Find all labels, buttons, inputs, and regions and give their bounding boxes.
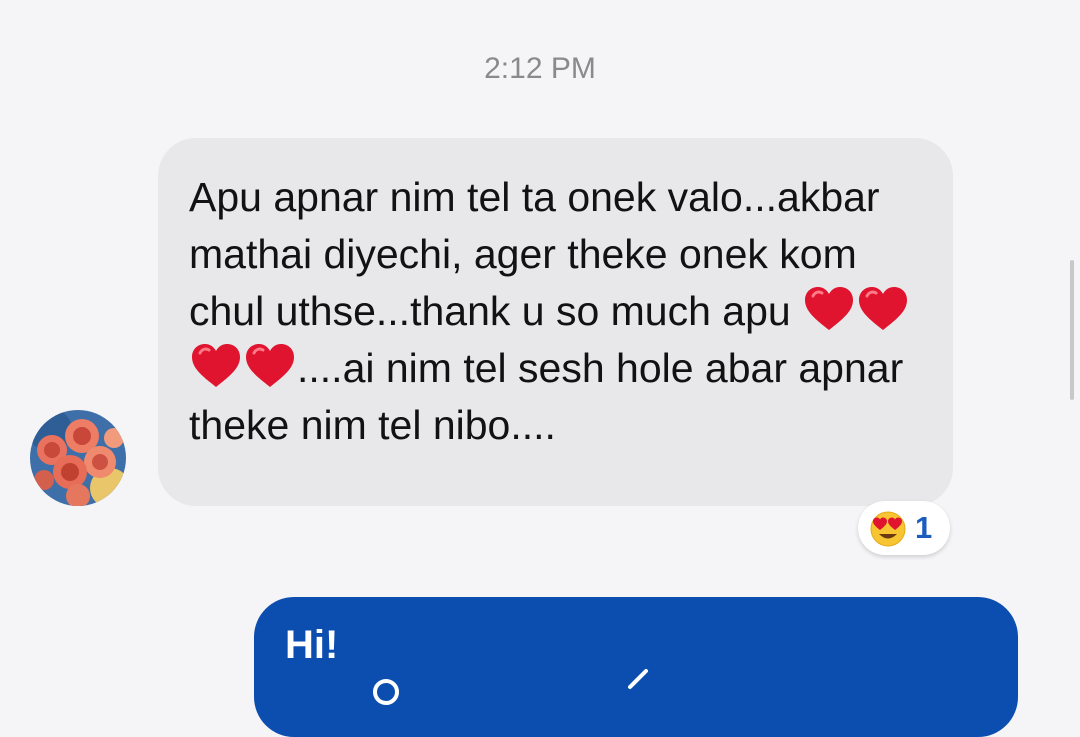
heart-emoji-icon [859,287,908,330]
message-timestamp: 2:12 PM [484,52,596,85]
heart-emoji-icon [192,344,240,387]
heart-emoji-icon [246,344,294,387]
message-text-part-2: ....ai nim tel sesh hole abar apnar thek… [189,345,904,448]
message-text-part-1: Apu apnar nim tel ta onek valo...akbar m… [189,174,880,334]
heart-eyes-emoji-icon [870,511,906,547]
scrollbar[interactable] [1070,260,1074,400]
reaction-count: 1 [915,510,933,545]
reaction-badge[interactable]: 1 [858,501,950,555]
partially-visible-glyphs [373,669,648,705]
incoming-message-text: Apu apnar nim tel ta onek valo...akbar m… [189,169,923,454]
incoming-message-bubble[interactable]: Apu apnar nim tel ta onek valo...akbar m… [158,138,953,506]
heart-emoji-icon [805,287,854,330]
outgoing-message-bubble[interactable]: Hi! [254,597,1018,737]
rose-bouquet-icon [30,410,126,506]
sender-avatar[interactable] [30,410,126,506]
